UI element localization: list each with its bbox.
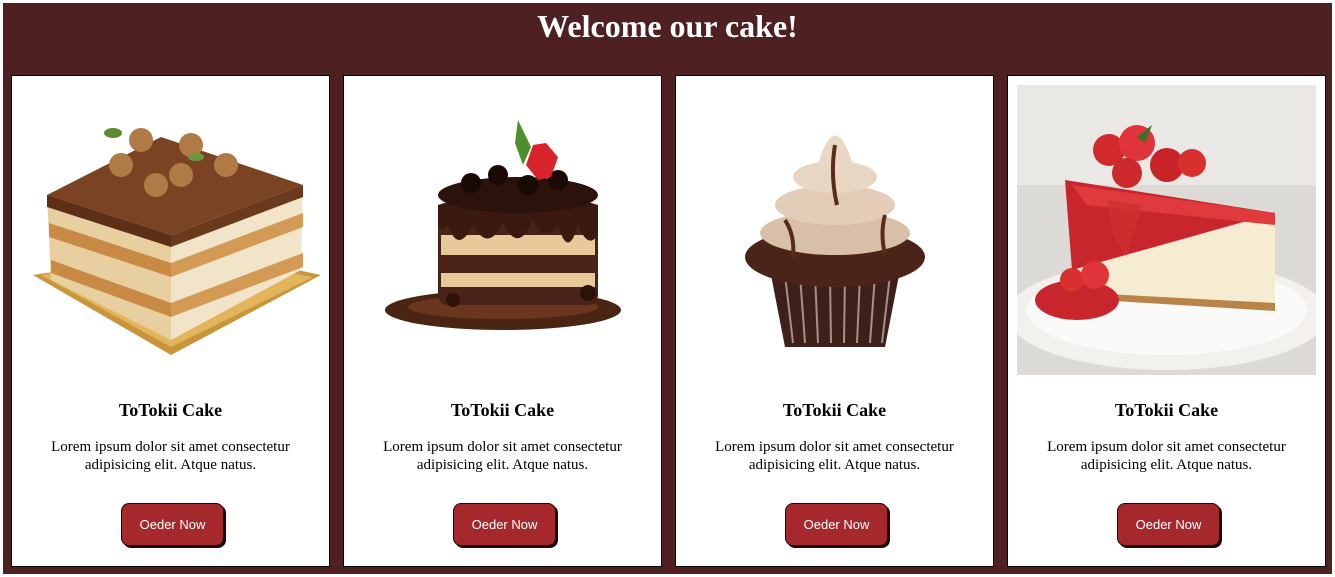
product-name: ToTokii Cake [450,400,555,420]
order-now-button[interactable]: Oeder Now [1117,503,1220,546]
tiramisu-cake-image [21,85,320,375]
chocolate-cupcake-image [685,85,984,375]
strawberry-cheesecake-image [1017,85,1316,375]
order-now-button[interactable]: Oeder Now [785,503,888,546]
product-name: ToTokii Cake [1114,400,1219,420]
product-description: Lorem ipsum dolor sit amet consectetur a… [1047,439,1286,473]
order-now-button[interactable]: Oeder Now [453,503,556,546]
product-name: ToTokii Cake [782,400,887,420]
product-name: ToTokii Cake [118,400,223,420]
chocolate-drip-cake-image [353,85,652,375]
product-card: ToTokii Cake Lorem ipsum dolor sit amet … [1007,75,1326,567]
order-now-button[interactable]: Oeder Now [121,503,224,546]
product-card: ToTokii Cake Lorem ipsum dolor sit amet … [11,75,330,567]
product-card: ToTokii Cake Lorem ipsum dolor sit amet … [675,75,994,567]
product-description: Lorem ipsum dolor sit amet consectetur a… [383,439,622,473]
product-card: ToTokii Cake Lorem ipsum dolor sit amet … [343,75,662,567]
product-description: Lorem ipsum dolor sit amet consectetur a… [51,439,290,473]
page-background: Welcome our cake! ToTokii Cake Lorem ips… [3,3,1332,574]
page-title: Welcome our cake! [537,8,798,44]
product-description: Lorem ipsum dolor sit amet consectetur a… [715,439,954,473]
